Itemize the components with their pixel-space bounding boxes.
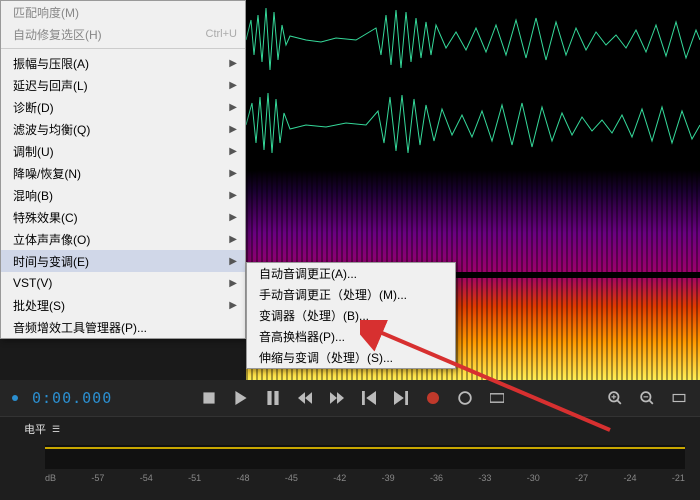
menu-diagnostics[interactable]: 诊断(D) ▶ <box>1 96 245 118</box>
chevron-right-icon: ▶ <box>229 190 237 201</box>
zoom-out-button[interactable] <box>638 389 656 407</box>
menu-item-label: 诊断(D) <box>13 99 221 116</box>
menu-item-label: 振幅与压限(A) <box>13 55 221 72</box>
chevron-right-icon: ▶ <box>229 256 237 267</box>
chevron-right-icon: ▶ <box>229 278 237 289</box>
menu-special[interactable]: 特殊效果(C) ▶ <box>1 206 245 228</box>
chevron-right-icon: ▶ <box>229 146 237 157</box>
menu-auto-heal[interactable]: 自动修复选区(H) Ctrl+U <box>1 23 245 45</box>
menu-item-label: 滤波与均衡(Q) <box>13 121 221 138</box>
menu-filter-eq[interactable]: 滤波与均衡(Q) ▶ <box>1 118 245 140</box>
menu-item-label: 降噪/恢复(N) <box>13 165 221 182</box>
loop-button[interactable] <box>456 389 474 407</box>
skip-forward-button[interactable] <box>392 389 410 407</box>
level-tick-labels: dB-57-54 -51-48-45 -42-39-36 -33-30-27 -… <box>45 473 685 483</box>
chevron-right-icon: ▶ <box>229 168 237 179</box>
play-button[interactable] <box>232 389 250 407</box>
rewind-button[interactable] <box>296 389 314 407</box>
menu-time-pitch[interactable]: 时间与变调(E) ▶ <box>1 250 245 272</box>
skip-selection-button[interactable] <box>488 389 506 407</box>
chevron-right-icon: ▶ <box>229 212 237 223</box>
level-meter[interactable] <box>45 445 685 469</box>
time-pitch-submenu: 自动音调更正(A)... 手动音调更正（处理）(M)... 变调器（处理）(B)… <box>246 262 456 369</box>
chevron-right-icon: ▶ <box>229 80 237 91</box>
waveform-right[interactable] <box>246 85 700 165</box>
menu-item-label: 手动音调更正（处理）(M)... <box>259 286 447 303</box>
chevron-right-icon: ▶ <box>229 102 237 113</box>
chevron-right-icon: ▶ <box>229 234 237 245</box>
menu-item-label: 音频增效工具管理器(P)... <box>13 319 237 336</box>
menu-noise-reduction[interactable]: 降噪/恢复(N) ▶ <box>1 162 245 184</box>
fast-forward-button[interactable] <box>328 389 346 407</box>
menu-item-label: 时间与变调(E) <box>13 253 221 270</box>
menu-item-label: 调制(U) <box>13 143 221 160</box>
menu-item-label: 批处理(S) <box>13 297 221 314</box>
skip-back-button[interactable] <box>360 389 378 407</box>
submenu-auto-pitch[interactable]: 自动音调更正(A)... <box>247 263 455 284</box>
menu-stereo-imagery[interactable]: 立体声声像(O) ▶ <box>1 228 245 250</box>
waveform-left[interactable] <box>246 0 700 80</box>
transport-bar: 0:00.000 <box>0 380 700 416</box>
effects-menu: 匹配响度(M) 自动修复选区(H) Ctrl+U 振幅与压限(A) ▶ 延迟与回… <box>0 0 246 339</box>
menu-plugin-manager[interactable]: 音频增效工具管理器(P)... <box>1 316 245 338</box>
chevron-right-icon: ▶ <box>229 124 237 135</box>
submenu-pitch-shifter[interactable]: 音高换档器(P)... <box>247 326 455 347</box>
chevron-right-icon: ▶ <box>229 58 237 69</box>
menu-item-label: 自动音调更正(A)... <box>259 265 447 282</box>
zoom-in-button[interactable] <box>606 389 624 407</box>
menu-item-label: 自动修复选区(H) <box>13 26 186 43</box>
menu-item-label: VST(V) <box>13 276 221 290</box>
submenu-stretch-pitch[interactable]: 伸缩与变调（处理）(S)... <box>247 347 455 368</box>
level-header-label: 电平 <box>24 421 46 437</box>
level-header[interactable]: 电平 ☰ <box>0 417 700 441</box>
submenu-pitch-bender[interactable]: 变调器（处理）(B)... <box>247 305 455 326</box>
menu-item-label: 匹配响度(M) <box>13 4 237 21</box>
chevron-right-icon: ▶ <box>229 300 237 311</box>
menu-item-label: 伸缩与变调（处理）(S)... <box>259 349 447 366</box>
menu-amplitude[interactable]: 振幅与压限(A) ▶ <box>1 52 245 74</box>
menu-item-label: 延迟与回声(L) <box>13 77 221 94</box>
menu-item-label: 音高换档器(P)... <box>259 328 447 345</box>
timecode-display[interactable]: 0:00.000 <box>32 389 112 407</box>
menu-shortcut: Ctrl+U <box>206 28 237 40</box>
timecode-marker-icon <box>12 395 18 401</box>
menu-item-label: 混响(B) <box>13 187 221 204</box>
stop-button[interactable] <box>200 389 218 407</box>
menu-match-loudness[interactable]: 匹配响度(M) <box>1 1 245 23</box>
menu-reverb[interactable]: 混响(B) ▶ <box>1 184 245 206</box>
menu-dropdown-icon: ☰ <box>52 424 60 435</box>
menu-item-label: 变调器（处理）(B)... <box>259 307 447 324</box>
menu-separator <box>1 48 245 49</box>
submenu-manual-pitch[interactable]: 手动音调更正（处理）(M)... <box>247 284 455 305</box>
menu-item-label: 特殊效果(C) <box>13 209 221 226</box>
record-button[interactable] <box>424 389 442 407</box>
menu-modulation[interactable]: 调制(U) ▶ <box>1 140 245 162</box>
pause-button[interactable] <box>264 389 282 407</box>
menu-batch[interactable]: 批处理(S) ▶ <box>1 294 245 316</box>
zoom-fit-button[interactable] <box>670 389 688 407</box>
menu-vst[interactable]: VST(V) ▶ <box>1 272 245 294</box>
level-meter-panel: 电平 ☰ dB-57-54 -51-48-45 -42-39-36 -33-30… <box>0 416 700 500</box>
menu-item-label: 立体声声像(O) <box>13 231 221 248</box>
menu-delay[interactable]: 延迟与回声(L) ▶ <box>1 74 245 96</box>
